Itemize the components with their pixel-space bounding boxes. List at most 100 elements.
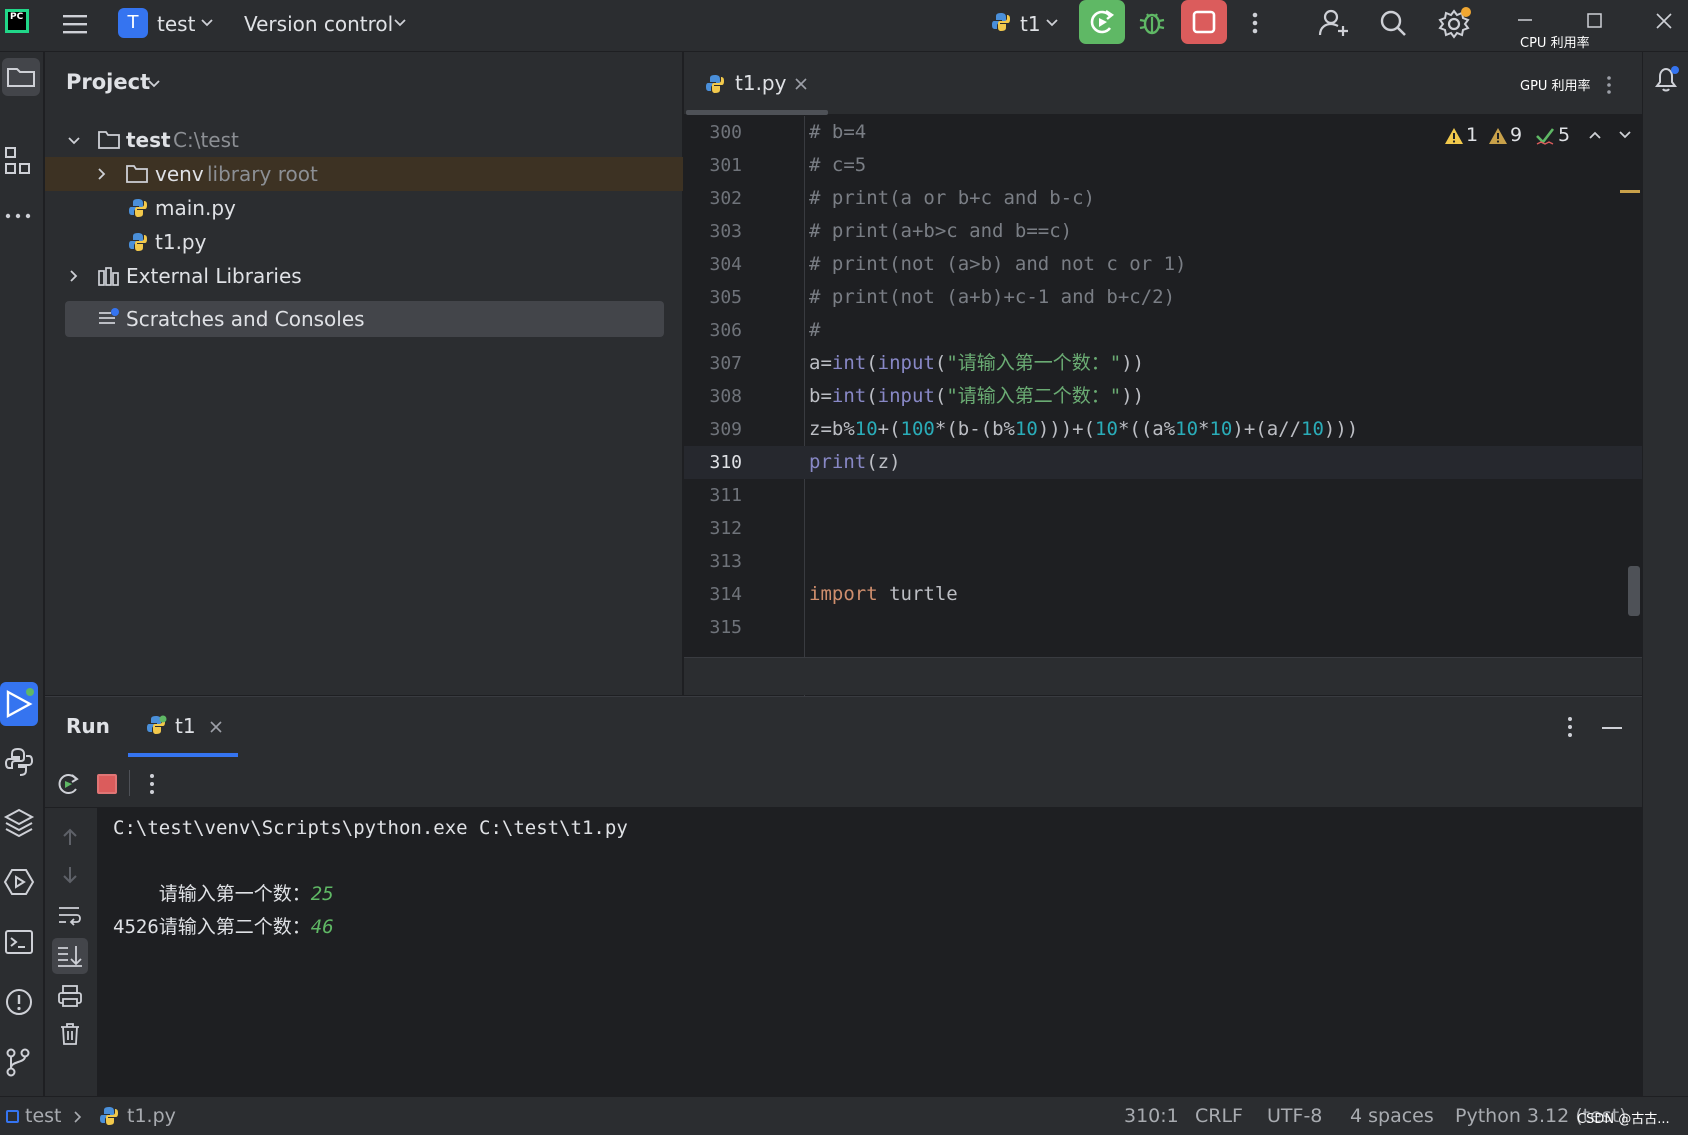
more-actions-icon[interactable] [147,772,157,796]
code-line[interactable]: 309 z=b%10+(100*(b-(b%10)))+(10*((a%10*1… [684,413,1642,446]
tree-row-root[interactable]: test C:\test [45,123,683,157]
line-number: 312 [709,518,742,539]
minimize-window-icon[interactable] [1516,10,1534,28]
code-line-current[interactable]: 310 print(z) [684,446,1642,479]
close-window-icon[interactable] [1655,12,1673,30]
more-actions-icon[interactable] [1565,715,1575,739]
rerun-icon[interactable] [55,771,81,797]
structure-icon[interactable] [3,145,35,177]
terminal-icon[interactable] [3,926,35,958]
file-encoding[interactable]: UTF-8 [1267,1105,1322,1127]
code-line[interactable]: 311 [684,479,1642,512]
close-tab-icon[interactable] [794,77,808,91]
run-toolbar [45,758,1642,808]
search-icon[interactable] [1378,8,1408,38]
code-line[interactable]: 307 a=int(input("请输入第一个数：")) [684,347,1642,380]
arrow-down-icon[interactable] [59,864,81,886]
run-panel: Run t1 C:\test\venv\Scripts\python.exe C… [45,696,1642,1097]
line-number: 303 [709,221,742,242]
code-line[interactable]: 312 [684,512,1642,545]
settings-gear-icon[interactable] [1438,6,1472,40]
line-number: 302 [709,188,742,209]
code-text: # [809,319,821,341]
arrow-up-icon[interactable] [59,826,81,848]
more-actions-icon[interactable] [1604,74,1614,96]
run-config-selector[interactable]: t1 [1020,12,1041,36]
tree-row-scratches[interactable]: Scratches and Consoles [65,301,664,337]
code-line[interactable]: 301 # c=5 [684,149,1642,182]
more-actions-icon[interactable] [1245,10,1265,36]
trash-icon[interactable] [58,1022,82,1046]
pycharm-logo: PC [5,9,29,33]
editor-scrollbar[interactable] [1628,566,1640,616]
debug-button[interactable] [1136,8,1168,38]
python-file-icon [98,1105,120,1127]
breadcrumb-project[interactable]: test [25,1105,62,1127]
code-line[interactable]: 303 # print(a+b>c and b==c) [684,215,1642,248]
breadcrumb-file[interactable]: t1.py [127,1105,176,1127]
line-number: 310 [709,452,742,473]
chevron-down-icon [67,134,81,148]
code-line[interactable]: 306 # [684,314,1642,347]
line-number: 309 [709,419,742,440]
maximize-window-icon[interactable] [1586,12,1604,30]
code-text: # b=4 [809,121,867,143]
soft-wrap-icon[interactable] [57,904,83,928]
chevron-down-icon [393,16,407,30]
stop-button[interactable] [1181,0,1227,44]
project-module-icon [6,1110,19,1123]
code-line[interactable]: 300 # b=4 [684,116,1642,149]
run-tab-t1[interactable]: t1 [175,714,196,738]
problems-icon[interactable] [3,986,35,1018]
code-line[interactable]: 302 # print(a or b+c and b-c) [684,182,1642,215]
python-console-icon[interactable] [3,746,35,778]
line-separator[interactable]: CRLF [1195,1105,1243,1127]
folder-icon [7,68,35,87]
tree-row-t1-py[interactable]: t1.py [45,225,683,259]
version-control-menu[interactable]: Version control [244,12,393,36]
git-branch-icon[interactable] [3,1046,35,1078]
code-text: a=int(input("请输入第一个数：")) [809,352,1145,374]
bug-icon [1139,13,1165,35]
stop-process-button[interactable] [97,774,117,794]
chevron-down-icon [200,16,214,30]
folder-icon [97,129,121,151]
hide-panel-icon[interactable] [1601,725,1623,731]
code-line[interactable]: 315 [684,611,1642,644]
services-icon[interactable] [3,866,35,898]
chevron-right-icon [72,1110,84,1124]
tree-row-venv[interactable]: venv library root [45,157,683,191]
close-tab-icon[interactable] [209,720,223,734]
code-line[interactable]: 308 b=int(input("请输入第二个数：")) [684,380,1642,413]
title-bar: PC T test Version control t1 CPU 利用率 [0,0,1688,52]
print-icon[interactable] [57,984,83,1008]
code-text: import turtle [809,583,958,605]
more-tools-icon[interactable] [3,210,35,222]
code-line[interactable]: 314 import turtle [684,578,1642,611]
tree-row-external-libraries[interactable]: External Libraries [45,259,683,293]
chevron-right-icon [67,269,81,283]
main-menu-icon[interactable] [60,10,90,38]
python-file-icon [145,714,167,736]
layers-icon[interactable] [3,806,35,838]
code-text: # c=5 [809,154,867,176]
code-with-me-icon[interactable] [1318,7,1350,39]
code-line[interactable]: 313 [684,545,1642,578]
scroll-to-end-button[interactable] [52,938,88,974]
code-line[interactable]: 304 # print(not (a>b) and not c or 1) [684,248,1642,281]
indent-setting[interactable]: 4 spaces [1350,1105,1434,1127]
editor-tab-t1[interactable]: t1.py [735,71,786,95]
notifications-bell-icon[interactable] [1651,64,1681,94]
rerun-button[interactable] [1079,0,1125,44]
project-panel-title[interactable]: Project [66,70,150,94]
tree-file-t1: t1.py [155,230,207,254]
caret-position[interactable]: 310:1 [1124,1105,1179,1127]
toolbar-separator [129,770,130,796]
code-line[interactable]: 305 # print(not (a+b)+c-1 and b+c/2) [684,281,1642,314]
tree-row-main-py[interactable]: main.py [45,191,683,225]
project-tool-button[interactable] [2,58,40,96]
warning-marker[interactable] [1620,190,1640,193]
run-tool-button[interactable] [0,682,38,726]
right-tool-strip [1642,52,1688,1096]
project-switcher[interactable]: test [157,12,195,36]
